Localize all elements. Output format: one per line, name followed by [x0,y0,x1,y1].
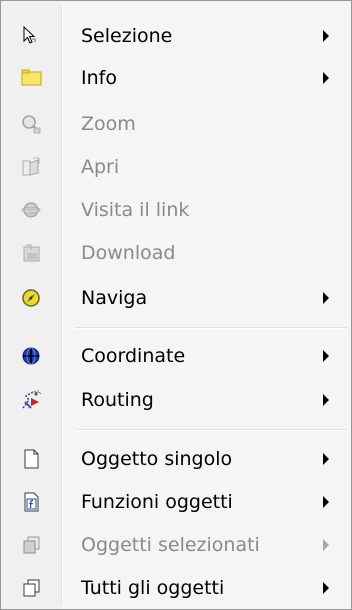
menu-item-label: Tutti gli oggetti [81,577,225,599]
globe-link-icon [19,198,43,222]
coordinates-globe-icon [19,344,43,368]
menu-item-selezione[interactable]: Selezione [3,15,349,57]
menu-item-label: Oggetti selezionati [81,534,260,556]
submenu-arrow-icon [323,394,329,406]
submenu-arrow-icon [323,292,329,304]
submenu-arrow-icon [323,30,329,42]
cursor-icon [19,24,43,48]
menu-item-coordinate[interactable]: Coordinate [3,335,349,377]
menu-item-label: Coordinate [81,345,186,367]
compass-icon [19,286,43,310]
menu-item-download[interactable]: Download [3,232,349,274]
single-object-icon [19,447,43,471]
menu-item-label: Info [81,67,117,89]
menu-item-label: Routing [81,389,154,411]
menu-item-routing[interactable]: Routing [3,379,349,421]
submenu-arrow-icon [323,539,329,551]
menu-separator [75,429,347,431]
all-objects-icon [19,576,43,600]
info-panel-icon [19,66,43,90]
menu-item-funzioni-oggetti[interactable]: Funzioni oggetti [3,481,349,523]
menu-item-oggetti-selezionati[interactable]: Oggetti selezionati [3,524,349,566]
menu-item-tutti-gli-oggetti[interactable]: Tutti gli oggetti [3,567,349,609]
context-menu: Selezione Info Zoom Apri Visita il link … [0,0,352,610]
menu-item-info[interactable]: Info [3,57,349,99]
menu-item-label: Naviga [81,287,148,309]
menu-item-label: Apri [81,156,120,178]
selected-objects-icon [19,533,43,557]
menu-separator [75,327,347,329]
submenu-arrow-icon [323,582,329,594]
menu-item-visita-il-link[interactable]: Visita il link [3,189,349,231]
menu-item-apri[interactable]: Apri [3,146,349,188]
submenu-arrow-icon [323,496,329,508]
routing-icon [19,388,43,412]
zoom-magnifier-icon [19,112,43,136]
submenu-arrow-icon [323,453,329,465]
menu-item-naviga[interactable]: Naviga [3,277,349,319]
submenu-arrow-icon [323,72,329,84]
menu-item-label: Download [81,242,176,264]
submenu-arrow-icon [323,350,329,362]
menu-item-label: Selezione [81,25,173,47]
open-folder-icon [19,155,43,179]
menu-item-oggetto-singolo[interactable]: Oggetto singolo [3,438,349,480]
menu-item-label: Funzioni oggetti [81,491,233,513]
menu-item-label: Oggetto singolo [81,448,233,470]
menu-item-label: Visita il link [81,199,190,221]
menu-item-label: Zoom [81,113,136,135]
menu-item-zoom[interactable]: Zoom [3,103,349,145]
download-icon [19,241,43,265]
object-functions-icon [19,490,43,514]
